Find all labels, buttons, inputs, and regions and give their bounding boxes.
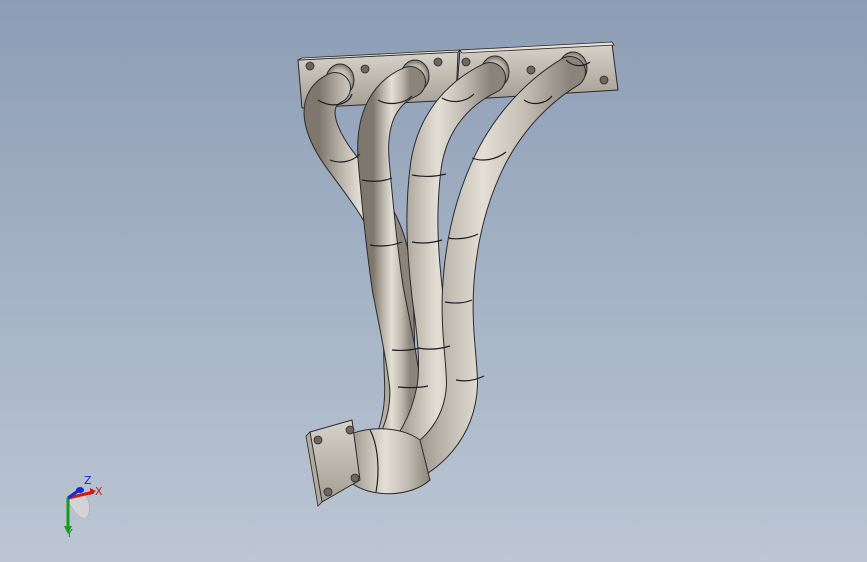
triad-x-label: X xyxy=(95,485,103,498)
reference-triad: X Y Z xyxy=(52,470,112,540)
triad-z-label: Z xyxy=(84,474,92,487)
primary-tubes[interactable] xyxy=(303,56,586,488)
exhaust-header-model[interactable] xyxy=(0,0,867,562)
triad-y-label: Y xyxy=(66,527,73,540)
triad-axes-icon xyxy=(64,486,96,534)
graphics-viewport[interactable]: X Y Z xyxy=(0,0,867,562)
